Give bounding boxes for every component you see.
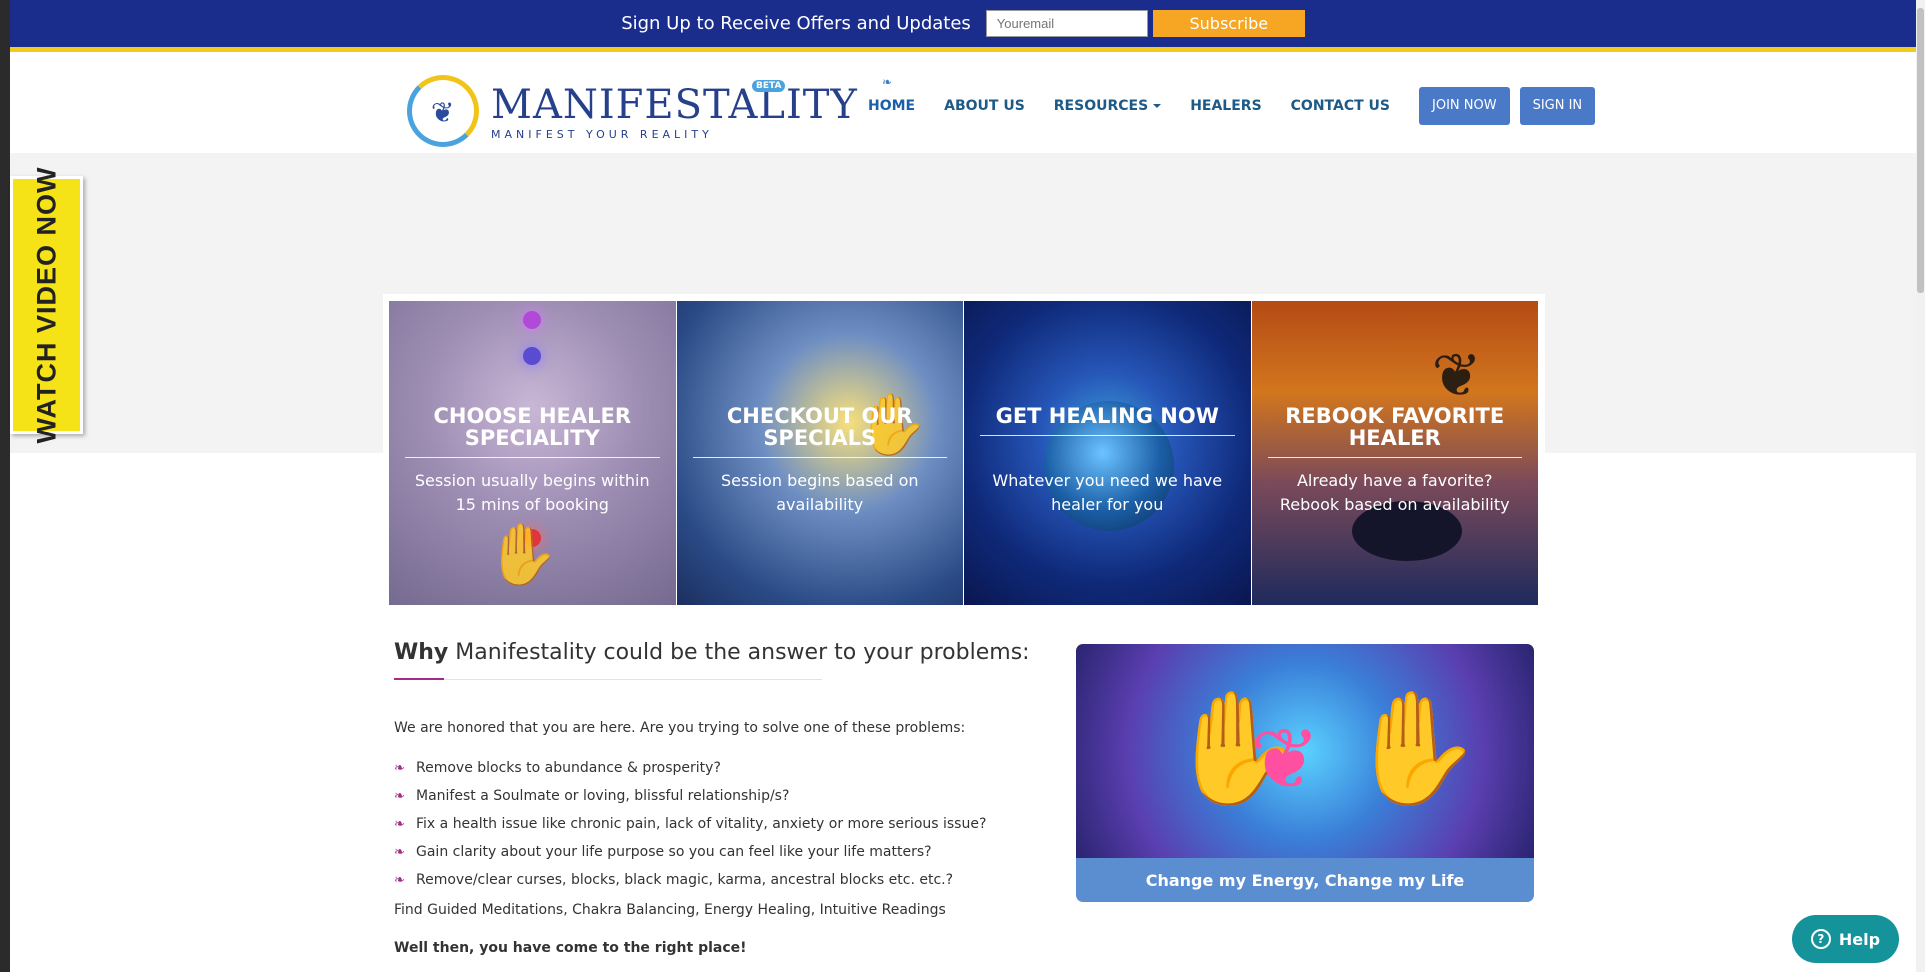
why-section: Why Manifestality could be the answer to…	[394, 640, 1034, 956]
services-summary: Find Guided Meditations, Chakra Balancin…	[394, 902, 946, 918]
logo-name: MANIFESTALITY	[491, 82, 858, 128]
energy-image-card[interactable]: ✋ ✋ ❦ Change my Energy, Change my Life	[1076, 644, 1534, 902]
card-description: Already have a favorite? Rebook based on…	[1279, 471, 1510, 514]
why-heading-rest: Manifestality could be the answer to you…	[448, 640, 1030, 665]
caret-down-icon	[1153, 104, 1162, 108]
watch-video-label: WATCH VIDEO NOW	[31, 166, 61, 444]
butterfly-bullet-icon: ❧	[394, 760, 405, 776]
list-item: ❧ Remove blocks to abundance & prosperity…	[394, 754, 1034, 782]
beta-badge: BETA	[752, 80, 786, 92]
question-circle-icon: ?	[1810, 929, 1831, 949]
why-heading-bold: Why	[394, 640, 449, 665]
card-description: Session usually begins within 15 mins of…	[414, 471, 650, 514]
list-item: ❧ Fix a health issue like chronic pain, l…	[394, 810, 1034, 838]
subscribe-button[interactable]: Subscribe	[1152, 10, 1305, 37]
list-item-text: Remove blocks to abundance & prosperity?	[416, 760, 721, 776]
list-item-text: Fix a health issue like chronic pain, la…	[416, 816, 987, 832]
heading-divider	[394, 678, 822, 680]
chakra-orb-icon	[523, 311, 541, 329]
signup-bar: Sign Up to Receive Offers and Updates Su…	[10, 0, 1916, 52]
butterfly-bullet-icon: ❧	[394, 872, 405, 888]
right-hand-icon: ✋	[1346, 684, 1483, 812]
why-heading: Why Manifestality could be the answer to…	[394, 640, 1034, 665]
butterfly-hands-image: ✋ ✋ ❦	[1076, 644, 1534, 858]
card-title: REBOOK FAVORITE HEALER	[1267, 405, 1522, 458]
meditation-figure-icon: ❦	[431, 96, 455, 129]
scrollbar-thumb[interactable]	[1917, 8, 1924, 293]
card-description: Whatever you need we have healer for you	[992, 471, 1223, 514]
service-cards: ✋ CHOOSE HEALER SPECIALITY Session usual…	[383, 294, 1545, 607]
butterfly-silhouette-icon: ❦	[1431, 341, 1482, 411]
chakra-orb-icon	[523, 347, 541, 365]
nav-resources[interactable]: RESOURCES	[1053, 98, 1162, 114]
watch-video-tab[interactable]: WATCH VIDEO NOW	[10, 167, 83, 443]
main-nav: ❧ HOME ABOUT US RESOURCES HEALERS CONTAC…	[868, 75, 1605, 125]
butterfly-bullet-icon: ❧	[394, 844, 405, 860]
list-item: ❧ Manifest a Soulmate or loving, blissful…	[394, 782, 1034, 810]
card-rebook-healer[interactable]: ❦ REBOOK FAVORITE HEALER Already have a …	[1251, 301, 1538, 605]
page-scrollbar[interactable]	[1916, 0, 1925, 972]
nav-resources-label: RESOURCES	[1053, 98, 1149, 114]
site-logo[interactable]: ❦ MANIFESTALITY MANIFEST YOUR REALITY BE…	[400, 65, 857, 147]
list-item-text: Gain clarity about your life purpose so …	[416, 844, 932, 860]
card-get-healing[interactable]: GET HEALING NOW Whatever you need we hav…	[964, 301, 1251, 605]
email-input[interactable]	[985, 10, 1148, 37]
logo-emblem: ❦	[407, 75, 479, 147]
card-checkout-specials[interactable]: ✋ CHECKOUT OUR SPECIALS Session begins b…	[676, 301, 963, 605]
butterfly-icon: ❧	[882, 75, 893, 89]
list-item-text: Remove/clear curses, blocks, black magic…	[416, 872, 954, 888]
site-header: ❦ MANIFESTALITY MANIFEST YOUR REALITY BE…	[10, 57, 1916, 153]
card-choose-healer[interactable]: ✋ CHOOSE HEALER SPECIALITY Session usual…	[389, 301, 676, 605]
nav-about-us[interactable]: ABOUT US	[944, 98, 1025, 114]
logo-tagline: MANIFEST YOUR REALITY	[491, 128, 713, 141]
nav-home-label: HOME	[868, 98, 916, 114]
nav-home[interactable]: ❧ HOME	[868, 75, 916, 114]
card-description: Session begins based on availability	[720, 471, 919, 514]
list-item: ❧ Remove/clear curses, blocks, black magi…	[394, 866, 1034, 894]
help-button[interactable]: ? Help	[1792, 915, 1899, 963]
problem-list: ❧ Remove blocks to abundance & prosperity…	[394, 754, 1034, 894]
card-title: CHECKOUT OUR SPECIALS	[692, 405, 947, 458]
join-now-button[interactable]: JOIN NOW	[1419, 87, 1510, 125]
butterfly-bullet-icon: ❧	[394, 788, 405, 804]
card-title: GET HEALING NOW	[980, 405, 1235, 436]
nav-contact-us[interactable]: CONTACT US	[1291, 98, 1390, 114]
signup-text: Sign Up to Receive Offers and Updates	[621, 13, 971, 34]
butterfly-bullet-icon: ❧	[394, 816, 405, 832]
nav-healers[interactable]: HEALERS	[1190, 98, 1261, 114]
sign-in-button[interactable]: SIGN IN	[1519, 87, 1596, 125]
butterfly-icon: ❦	[1250, 710, 1321, 808]
help-label: Help	[1838, 929, 1881, 949]
why-intro: We are honored that you are here. Are yo…	[394, 720, 966, 736]
window-left-edge	[0, 0, 10, 972]
image-caption: Change my Energy, Change my Life	[1076, 858, 1534, 902]
open-hands-icon: ✋	[485, 520, 560, 590]
list-item-text: Manifest a Soulmate or loving, blissful …	[416, 788, 790, 804]
right-place-text: Well then, you have come to the right pl…	[394, 940, 747, 956]
list-item: ❧ Gain clarity about your life purpose so…	[394, 838, 1034, 866]
card-title: CHOOSE HEALER SPECIALITY	[405, 405, 660, 458]
